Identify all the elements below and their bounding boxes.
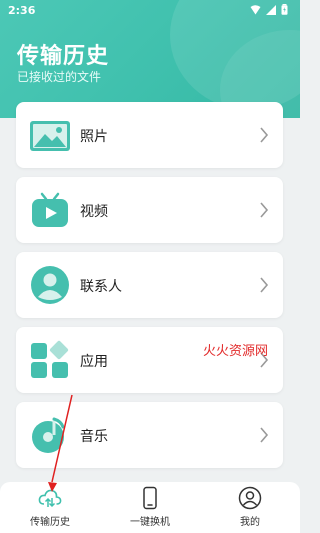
- tab-one-click-switch[interactable]: 一键换机: [100, 486, 200, 532]
- music-disc-icon: [32, 417, 65, 453]
- battery-icon: [281, 4, 288, 15]
- chevron-right-icon: [260, 427, 269, 443]
- tab-mine[interactable]: 我的: [200, 486, 300, 532]
- chevron-right-icon: [260, 277, 269, 293]
- category-contacts[interactable]: 联系人: [16, 252, 283, 318]
- page-title: 传输历史: [17, 44, 110, 69]
- category-label: 应用: [80, 354, 108, 370]
- tab-transfer-history[interactable]: 传输历史: [0, 486, 100, 532]
- bottom-tab-bar: 传输历史 一键换机 我的: [0, 482, 300, 533]
- category-label: 音乐: [80, 429, 108, 445]
- app-grid-icon: [31, 340, 69, 378]
- status-icons: [250, 4, 288, 15]
- tab-label: 传输历史: [30, 517, 70, 528]
- category-photos[interactable]: 照片: [16, 102, 283, 168]
- status-bar: 2:36: [0, 0, 300, 22]
- user-circle-icon: [238, 486, 262, 510]
- signal-icon: [266, 4, 276, 15]
- phone-icon: [143, 486, 157, 510]
- header: 2:36 传输历史 已接收过的文件: [0, 0, 300, 118]
- tab-label: 我的: [240, 517, 260, 528]
- status-time: 2:36: [8, 4, 36, 17]
- chevron-right-icon: [260, 202, 269, 218]
- category-label: 视频: [80, 204, 108, 220]
- tab-label: 一键换机: [130, 517, 170, 528]
- cloud-transfer-icon: [38, 489, 62, 508]
- category-videos[interactable]: 视频: [16, 177, 283, 243]
- watermark: 火火资源网: [203, 344, 269, 359]
- category-apps[interactable]: 应用: [16, 327, 283, 393]
- category-label: 联系人: [80, 279, 122, 295]
- chevron-right-icon: [260, 127, 269, 143]
- page-subtitle: 已接收过的文件: [17, 70, 102, 84]
- wifi-icon: [250, 4, 261, 14]
- category-music[interactable]: 音乐: [16, 402, 283, 468]
- contact-person-icon: [31, 266, 69, 304]
- image-icon: [30, 121, 70, 151]
- category-label: 照片: [80, 129, 108, 145]
- tv-play-icon: [32, 192, 68, 227]
